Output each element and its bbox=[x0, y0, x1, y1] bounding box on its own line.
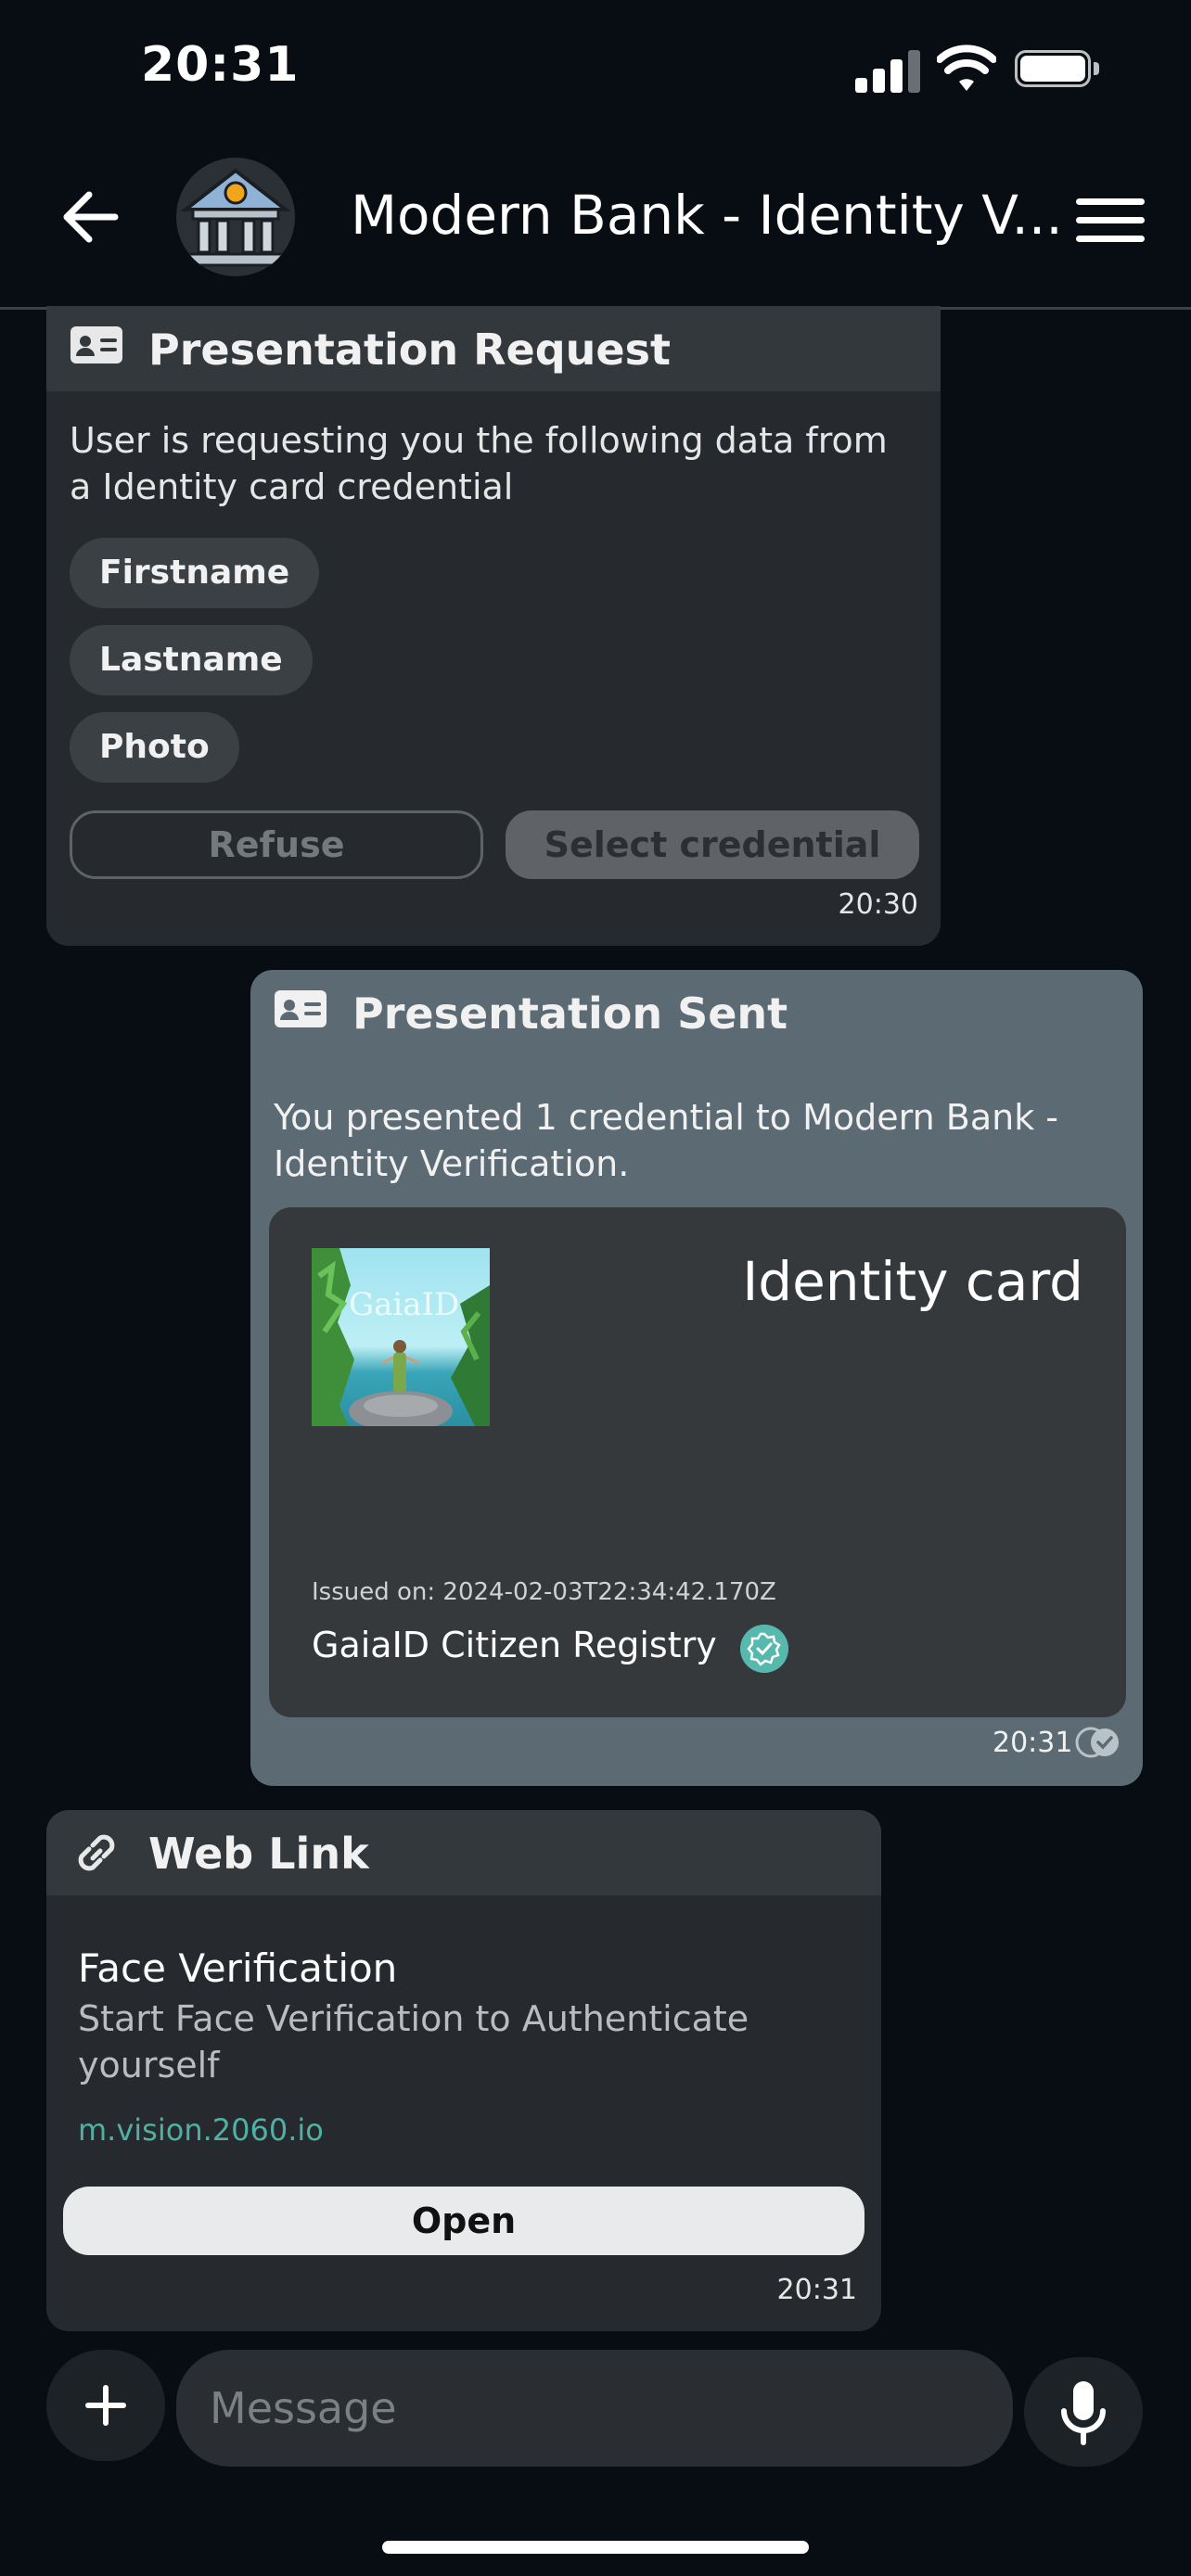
id-card-icon bbox=[275, 990, 327, 1027]
link-icon bbox=[78, 1834, 115, 1871]
battery-icon bbox=[1015, 50, 1100, 91]
menu-icon[interactable] bbox=[1076, 198, 1145, 243]
message-timestamp: 20:31 bbox=[992, 1727, 1073, 1759]
web-link-description: Start Face Verification to Authenticate … bbox=[78, 1998, 749, 2085]
presentation-sent-header: Presentation Sent bbox=[250, 970, 1143, 1055]
presentation-request-card: Presentation Request User is requesting … bbox=[46, 306, 941, 946]
refuse-button[interactable]: Refuse bbox=[70, 810, 483, 879]
requested-field-chip: Photo bbox=[70, 712, 239, 783]
credential-title: Identity card bbox=[742, 1250, 1083, 1313]
verified-badge-icon bbox=[740, 1625, 788, 1673]
credential-issuer: GaiaID Citizen Registry bbox=[312, 1625, 717, 1665]
microphone-icon bbox=[1061, 2381, 1106, 2445]
web-link-name: Face Verification bbox=[78, 1945, 398, 1991]
message-timestamp: 20:30 bbox=[838, 888, 918, 921]
presentation-request-title: Presentation Request bbox=[148, 325, 671, 375]
web-link-title: Web Link bbox=[148, 1829, 369, 1879]
chat-title: Modern Bank - Identity V... bbox=[351, 184, 1063, 247]
open-link-button[interactable]: Open bbox=[63, 2187, 864, 2255]
presentation-sent-title: Presentation Sent bbox=[352, 988, 788, 1039]
message-input[interactable] bbox=[176, 2350, 1013, 2467]
plus-icon bbox=[103, 2385, 109, 2426]
requested-field-chip: Firstname bbox=[70, 538, 320, 608]
web-link-header: Web Link bbox=[46, 1810, 881, 1895]
message-timestamp: 20:31 bbox=[776, 2274, 857, 2306]
id-card-icon bbox=[70, 326, 122, 363]
attach-button[interactable] bbox=[46, 2350, 165, 2461]
credential-image: GaiaID bbox=[312, 1248, 490, 1426]
cellular-signal-icon bbox=[855, 48, 920, 93]
bank-logo-icon bbox=[180, 168, 291, 267]
web-link-url[interactable]: m.vision.2060.io bbox=[78, 2112, 324, 2148]
delivered-check-icon bbox=[1075, 1727, 1119, 1758]
back-arrow-icon[interactable] bbox=[58, 184, 124, 250]
request-description: User is requesting you the following dat… bbox=[70, 420, 888, 507]
presentation-request-header: Presentation Request bbox=[46, 306, 941, 391]
status-time: 20:31 bbox=[141, 37, 300, 93]
bank-avatar[interactable] bbox=[176, 158, 295, 276]
web-link-card: Web Link Face Verification Start Face Ve… bbox=[46, 1810, 881, 2331]
presentation-sent-bubble: Presentation Sent You presented 1 creden… bbox=[250, 970, 1143, 1786]
credential-card[interactable]: GaiaID Identity card Issued on: 2024-02-… bbox=[269, 1207, 1126, 1717]
requested-field-chip: Lastname bbox=[70, 625, 313, 695]
credential-image-text: GaiaID bbox=[349, 1286, 459, 1323]
home-indicator bbox=[382, 2541, 809, 2554]
microphone-button[interactable] bbox=[1024, 2357, 1143, 2467]
wifi-icon bbox=[937, 45, 996, 91]
select-credential-button[interactable]: Select credential bbox=[506, 810, 919, 879]
credential-issued-date: Issued on: 2024-02-03T22:34:42.170Z bbox=[312, 1578, 776, 1606]
presentation-sent-description: You presented 1 credential to Modern Ban… bbox=[274, 1097, 1059, 1184]
